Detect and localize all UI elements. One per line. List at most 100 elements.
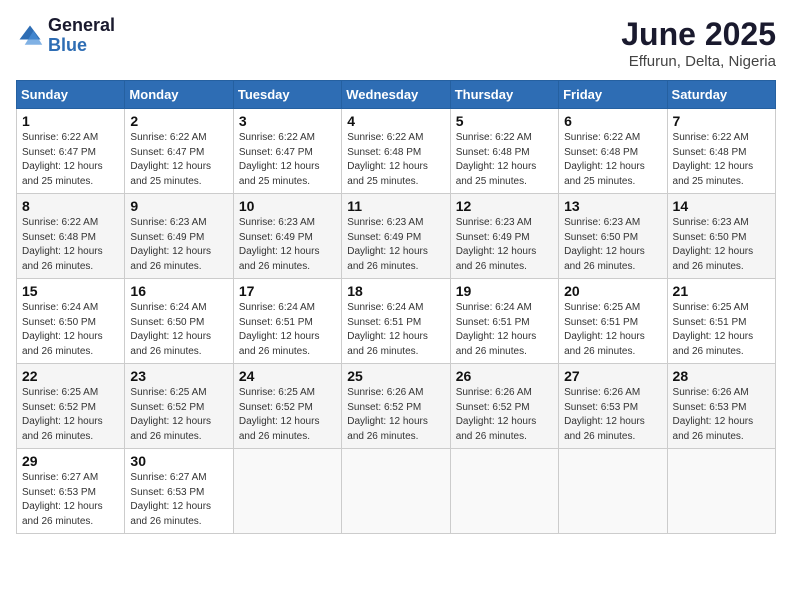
day-number: 10	[239, 198, 336, 214]
calendar-cell: 12 Sunrise: 6:23 AMSunset: 6:49 PMDayligh…	[450, 194, 558, 279]
calendar-cell: 24Sunrise: 6:25 AMSunset: 6:52 PMDayligh…	[233, 364, 341, 449]
day-number: 29	[22, 453, 119, 469]
day-info: Sunrise: 6:27 AMSunset: 6:53 PMDaylight:…	[22, 471, 119, 529]
day-info: Sunrise: 6:22 AMSunset: 6:48 PMDaylight:…	[564, 131, 661, 189]
day-number: 24	[239, 368, 336, 384]
calendar-cell: 11 Sunrise: 6:23 AMSunset: 6:49 PMDayligh…	[342, 194, 450, 279]
calendar-header-saturday: Saturday	[667, 81, 775, 109]
day-number: 7	[673, 113, 770, 129]
calendar-cell	[667, 449, 775, 534]
calendar-cell: 2 Sunrise: 6:22 AMSunset: 6:47 PMDaylight…	[125, 109, 233, 194]
calendar-week-row: 22 Sunrise: 6:25 AMSunset: 6:52 PMDayligh…	[17, 364, 776, 449]
calendar-cell	[559, 449, 667, 534]
day-number: 22	[22, 368, 119, 384]
day-number: 1	[22, 113, 119, 129]
day-info: Sunrise: 6:25 AMSunset: 6:52 PMDaylight:…	[130, 386, 227, 444]
calendar-cell: 22 Sunrise: 6:25 AMSunset: 6:52 PMDayligh…	[17, 364, 125, 449]
day-info: Sunrise: 6:24 AMSunset: 6:51 PMDaylight:…	[347, 301, 444, 359]
day-info: Sunrise: 6:26 AMSunset: 6:53 PMDaylight:…	[673, 386, 770, 444]
calendar-cell: 4 Sunrise: 6:22 AMSunset: 6:48 PMDaylight…	[342, 109, 450, 194]
day-info: Sunrise: 6:24 AMSunset: 6:51 PMDaylight:…	[456, 301, 553, 359]
calendar: SundayMondayTuesdayWednesdayThursdayFrid…	[16, 80, 776, 534]
day-number: 5	[456, 113, 553, 129]
day-info: Sunrise: 6:24 AMSunset: 6:51 PMDaylight:…	[239, 301, 336, 359]
day-info: Sunrise: 6:26 AMSunset: 6:52 PMDaylight:…	[347, 386, 444, 444]
logo-blue-text: Blue	[48, 36, 115, 56]
logo-general-text: General	[48, 16, 115, 36]
day-info: Sunrise: 6:25 AMSunset: 6:52 PMDaylight:…	[22, 386, 119, 444]
day-number: 11	[347, 198, 444, 214]
day-number: 25	[347, 368, 444, 384]
logo-text: General Blue	[48, 16, 115, 56]
day-info: Sunrise: 6:25 AMSunset: 6:51 PMDaylight:…	[564, 301, 661, 359]
day-info: Sunrise: 6:23 AMSunset: 6:49 PMDaylight:…	[347, 216, 444, 274]
day-info: Sunrise: 6:23 AMSunset: 6:50 PMDaylight:…	[673, 216, 770, 274]
calendar-cell	[450, 449, 558, 534]
day-info: Sunrise: 6:22 AMSunset: 6:47 PMDaylight:…	[22, 131, 119, 189]
calendar-cell: 10 Sunrise: 6:23 AMSunset: 6:49 PMDayligh…	[233, 194, 341, 279]
calendar-cell: 6Sunrise: 6:22 AMSunset: 6:48 PMDaylight…	[559, 109, 667, 194]
calendar-cell: 30 Sunrise: 6:27 AMSunset: 6:53 PMDayligh…	[125, 449, 233, 534]
calendar-cell: 13Sunrise: 6:23 AMSunset: 6:50 PMDayligh…	[559, 194, 667, 279]
day-info: Sunrise: 6:24 AMSunset: 6:50 PMDaylight:…	[22, 301, 119, 359]
calendar-cell: 26 Sunrise: 6:26 AMSunset: 6:52 PMDayligh…	[450, 364, 558, 449]
day-number: 28	[673, 368, 770, 384]
location-title: Effurun, Delta, Nigeria	[621, 53, 776, 70]
calendar-cell: 9Sunrise: 6:23 AMSunset: 6:49 PMDaylight…	[125, 194, 233, 279]
calendar-week-row: 29 Sunrise: 6:27 AMSunset: 6:53 PMDayligh…	[17, 449, 776, 534]
day-number: 19	[456, 283, 553, 299]
calendar-cell: 18Sunrise: 6:24 AMSunset: 6:51 PMDayligh…	[342, 279, 450, 364]
calendar-cell: 21 Sunrise: 6:25 AMSunset: 6:51 PMDayligh…	[667, 279, 775, 364]
day-info: Sunrise: 6:23 AMSunset: 6:49 PMDaylight:…	[130, 216, 227, 274]
day-info: Sunrise: 6:25 AMSunset: 6:51 PMDaylight:…	[673, 301, 770, 359]
calendar-cell: 16Sunrise: 6:24 AMSunset: 6:50 PMDayligh…	[125, 279, 233, 364]
day-number: 2	[130, 113, 227, 129]
day-number: 3	[239, 113, 336, 129]
calendar-header-thursday: Thursday	[450, 81, 558, 109]
calendar-cell: 14 Sunrise: 6:23 AMSunset: 6:50 PMDayligh…	[667, 194, 775, 279]
day-info: Sunrise: 6:26 AMSunset: 6:52 PMDaylight:…	[456, 386, 553, 444]
day-number: 16	[130, 283, 227, 299]
header: General Blue June 2025 Effurun, Delta, N…	[16, 16, 776, 70]
calendar-header-wednesday: Wednesday	[342, 81, 450, 109]
calendar-cell: 20 Sunrise: 6:25 AMSunset: 6:51 PMDayligh…	[559, 279, 667, 364]
day-number: 17	[239, 283, 336, 299]
day-number: 21	[673, 283, 770, 299]
day-number: 27	[564, 368, 661, 384]
day-number: 8	[22, 198, 119, 214]
calendar-cell: 3 Sunrise: 6:22 AMSunset: 6:47 PMDaylight…	[233, 109, 341, 194]
calendar-cell: 1 Sunrise: 6:22 AMSunset: 6:47 PMDaylight…	[17, 109, 125, 194]
calendar-week-row: 1 Sunrise: 6:22 AMSunset: 6:47 PMDaylight…	[17, 109, 776, 194]
calendar-week-row: 8Sunrise: 6:22 AMSunset: 6:48 PMDaylight…	[17, 194, 776, 279]
calendar-header-tuesday: Tuesday	[233, 81, 341, 109]
day-info: Sunrise: 6:27 AMSunset: 6:53 PMDaylight:…	[130, 471, 227, 529]
calendar-cell: 19 Sunrise: 6:24 AMSunset: 6:51 PMDayligh…	[450, 279, 558, 364]
day-number: 20	[564, 283, 661, 299]
day-info: Sunrise: 6:22 AMSunset: 6:47 PMDaylight:…	[130, 131, 227, 189]
calendar-header-monday: Monday	[125, 81, 233, 109]
day-number: 26	[456, 368, 553, 384]
calendar-header-row: SundayMondayTuesdayWednesdayThursdayFrid…	[17, 81, 776, 109]
day-number: 30	[130, 453, 227, 469]
day-number: 15	[22, 283, 119, 299]
logo-icon	[16, 22, 44, 50]
day-info: Sunrise: 6:22 AMSunset: 6:47 PMDaylight:…	[239, 131, 336, 189]
day-number: 12	[456, 198, 553, 214]
calendar-cell	[233, 449, 341, 534]
day-number: 4	[347, 113, 444, 129]
day-info: Sunrise: 6:23 AMSunset: 6:49 PMDaylight:…	[456, 216, 553, 274]
calendar-cell: 17 Sunrise: 6:24 AMSunset: 6:51 PMDayligh…	[233, 279, 341, 364]
day-info: Sunrise: 6:23 AMSunset: 6:49 PMDaylight:…	[239, 216, 336, 274]
calendar-cell: 23Sunrise: 6:25 AMSunset: 6:52 PMDayligh…	[125, 364, 233, 449]
calendar-header-sunday: Sunday	[17, 81, 125, 109]
day-info: Sunrise: 6:22 AMSunset: 6:48 PMDaylight:…	[456, 131, 553, 189]
month-title: June 2025	[621, 16, 776, 53]
calendar-cell	[342, 449, 450, 534]
calendar-cell: 8Sunrise: 6:22 AMSunset: 6:48 PMDaylight…	[17, 194, 125, 279]
day-number: 13	[564, 198, 661, 214]
calendar-header-friday: Friday	[559, 81, 667, 109]
day-info: Sunrise: 6:22 AMSunset: 6:48 PMDaylight:…	[347, 131, 444, 189]
day-info: Sunrise: 6:26 AMSunset: 6:53 PMDaylight:…	[564, 386, 661, 444]
day-number: 14	[673, 198, 770, 214]
calendar-cell: 7Sunrise: 6:22 AMSunset: 6:48 PMDaylight…	[667, 109, 775, 194]
